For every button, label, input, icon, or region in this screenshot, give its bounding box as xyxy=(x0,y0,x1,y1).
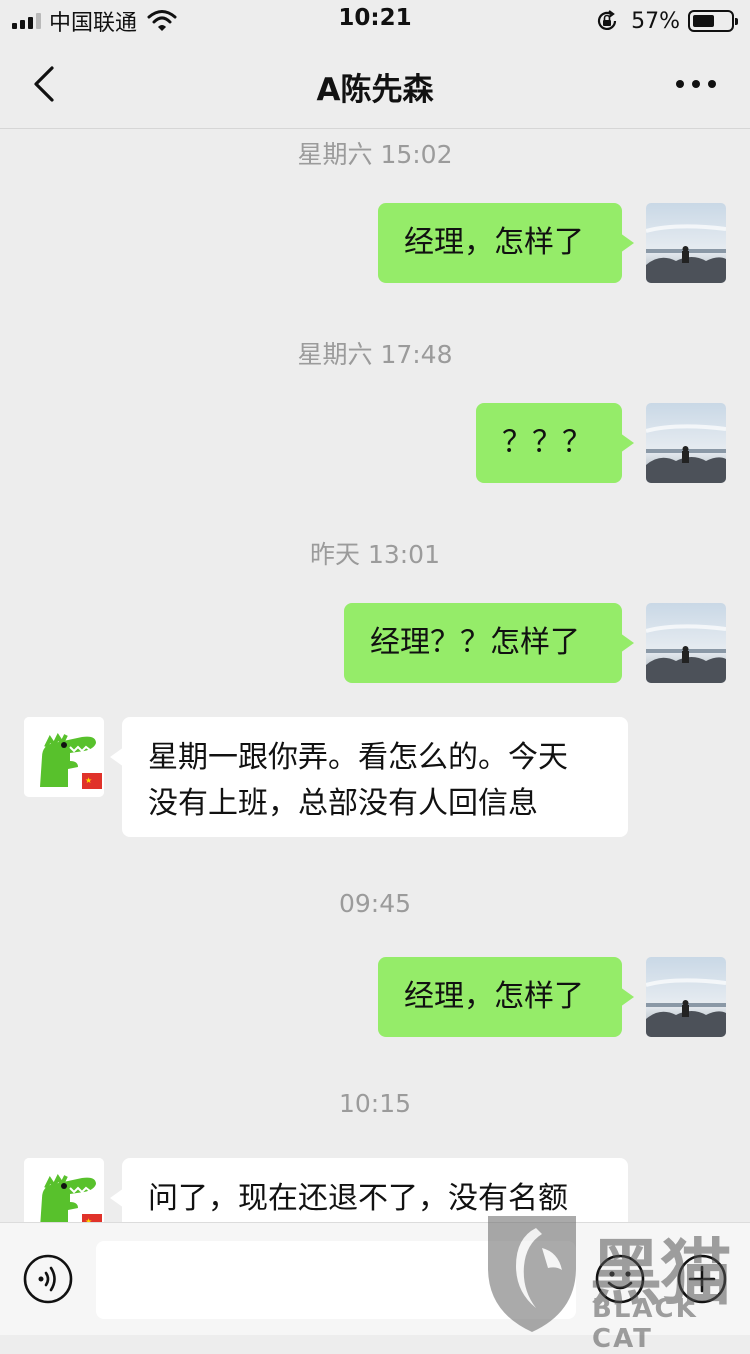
nav-bar: A陈先森 xyxy=(0,40,750,129)
timestamp: 10:15 xyxy=(338,1089,412,1118)
incoming-message[interactable]: 问了，现在还退不了，没有名额 xyxy=(110,1158,628,1222)
timestamp: 星期六 17:48 xyxy=(297,340,453,369)
more-dots-icon[interactable] xyxy=(672,70,720,98)
rotation-lock-icon xyxy=(598,10,617,30)
plus-icon[interactable] xyxy=(676,1253,728,1305)
avatar-self[interactable] xyxy=(646,603,726,683)
incoming-message-line: 问了，现在还退不了，没有名额 xyxy=(148,1181,568,1216)
incoming-message-line: 星期一跟你弄。看怎么的。今天 xyxy=(148,740,568,775)
avatar-self-image xyxy=(646,403,726,483)
outgoing-message[interactable]: 经理？？怎样了 xyxy=(344,603,634,683)
status-right: 57% xyxy=(595,6,738,36)
chat-title: A陈先森 xyxy=(316,72,434,108)
battery-percent: 57% xyxy=(631,8,680,34)
input-bar xyxy=(0,1222,750,1335)
chat-area[interactable]: 星期六 15:02 经理，怎样了 星期六 17:48 ？？？ 昨天 13:01 xyxy=(0,129,750,1222)
status-bar: 中国联通 10:21 57% xyxy=(0,0,750,40)
avatar-contact[interactable]: ★ xyxy=(24,1158,104,1222)
battery-icon xyxy=(688,10,738,32)
avatar-self[interactable] xyxy=(646,203,726,283)
avatar-self[interactable] xyxy=(646,957,726,1037)
avatar-self[interactable] xyxy=(646,403,726,483)
outgoing-message[interactable]: ？？？ xyxy=(476,403,634,483)
avatar-self-image xyxy=(646,203,726,283)
outgoing-message[interactable]: 经理，怎样了 xyxy=(378,957,634,1037)
timestamp: 星期六 15:02 xyxy=(297,140,453,169)
avatar-contact[interactable]: ★ xyxy=(24,717,104,797)
dinosaur-avatar-icon: ★ xyxy=(24,1158,104,1222)
timestamp: 昨天 13:01 xyxy=(310,540,440,569)
incoming-message[interactable]: 星期一跟你弄。看怎么的。今天 没有上班，总部没有人回信息 xyxy=(110,717,628,837)
message-input[interactable] xyxy=(96,1241,576,1319)
outgoing-message[interactable]: 经理，怎样了 xyxy=(378,203,634,283)
battery-level-fill xyxy=(693,15,714,27)
timestamp: 09:45 xyxy=(338,889,412,918)
emoji-icon[interactable] xyxy=(594,1253,646,1305)
svg-text:★: ★ xyxy=(85,776,92,785)
dinosaur-avatar-icon: ★ xyxy=(24,717,104,797)
avatar-self-image xyxy=(646,603,726,683)
voice-icon[interactable] xyxy=(22,1253,74,1305)
avatar-self-image xyxy=(646,957,726,1037)
incoming-message-line: 没有上班，总部没有人回信息 xyxy=(148,786,538,821)
